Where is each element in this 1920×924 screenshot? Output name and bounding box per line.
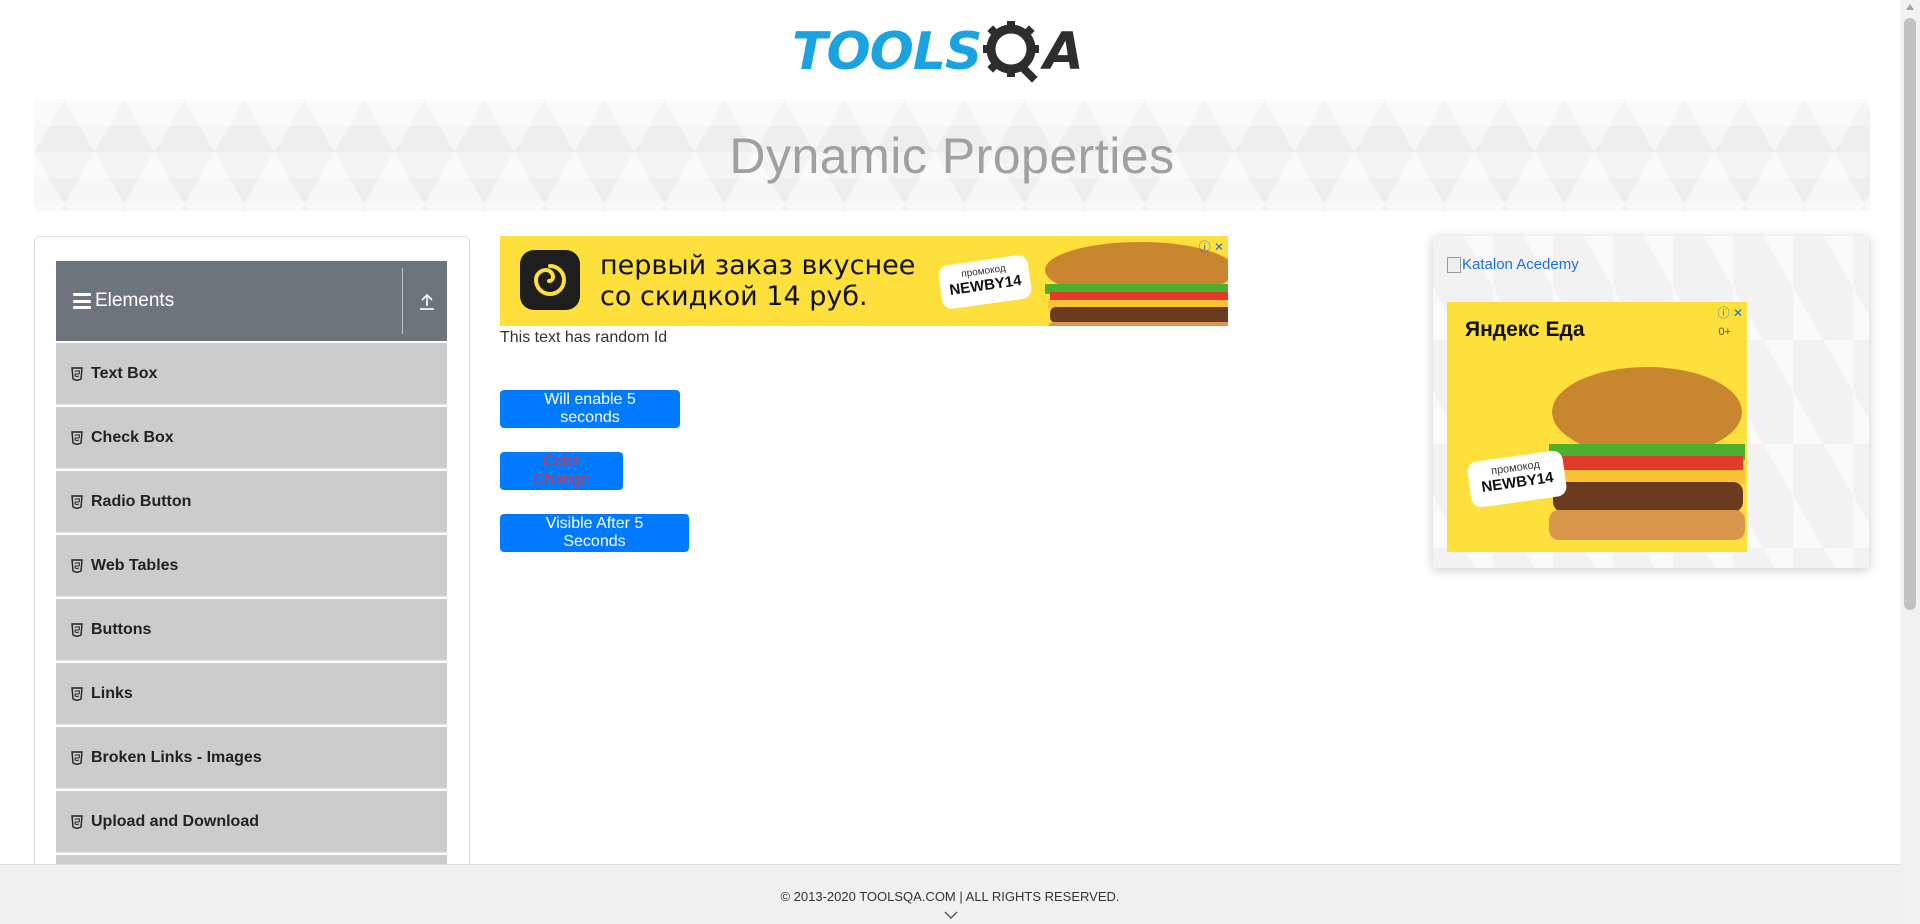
right-ad-panel: Katalon Acedemy Яндекс Еда 0+ промокод N…: [1433, 236, 1869, 568]
sidebar-item-radio-button[interactable]: Radio Button: [56, 471, 447, 533]
toolsqa-logo[interactable]: TOOLS A: [792, 14, 1114, 90]
yandex-eda-badge-icon: [520, 250, 580, 310]
ad-headline-line1: первый заказ вкуснее: [600, 250, 916, 281]
sidebar-item-text-box[interactable]: Text Box: [56, 343, 447, 405]
left-panel: Elements Text Box Check Box Radio Button…: [34, 236, 470, 924]
html5-icon: [71, 622, 83, 637]
logo-text-tools: TOOLS: [792, 22, 982, 82]
html5-icon: [71, 366, 83, 381]
enable-after-button[interactable]: Will enable 5 seconds: [500, 390, 680, 428]
group-title: Elements: [95, 290, 175, 311]
ad-headline: первый заказ вкуснее со скидкой 14 руб.: [600, 250, 915, 312]
page-banner: Dynamic Properties: [34, 100, 1870, 211]
sidebar-item-upload-download[interactable]: Upload and Download: [56, 791, 447, 853]
elements-menu: Text Box Check Box Radio Button Web Tabl…: [56, 343, 447, 919]
sidebar-item-label: Web Tables: [91, 556, 179, 574]
html5-icon: [71, 814, 83, 829]
sidebar-item-links[interactable]: Links: [56, 663, 447, 725]
page-title: Dynamic Properties: [729, 127, 1175, 184]
site-header: TOOLS A: [0, 0, 1900, 98]
sidebar-item-buttons[interactable]: Buttons: [56, 599, 447, 661]
gear-magnifier-icon: [983, 21, 1040, 83]
spiral-icon: [533, 264, 566, 296]
sidebar-item-label: Broken Links - Images: [91, 748, 262, 766]
sidebar-item-label: Check Box: [91, 428, 174, 446]
html5-icon: [71, 750, 83, 765]
html5-icon: [71, 494, 83, 509]
top-advertisement[interactable]: первый заказ вкуснее со скидкой 14 руб. …: [500, 236, 1228, 326]
html5-icon: [71, 686, 83, 701]
scrollbar-thumb[interactable]: [1904, 18, 1916, 610]
scroll-up-arrow-icon[interactable]: [1906, 4, 1914, 10]
html5-icon: [71, 430, 83, 445]
copyright-text: © 2013-2020 TOOLSQA.COM | ALL RIGHTS RES…: [780, 889, 1120, 904]
header-divider: [402, 268, 403, 334]
collapse-up-icon[interactable]: [418, 291, 436, 311]
promo-code-badge: промокод NEWBY14: [937, 253, 1033, 311]
katalon-alt-text: Katalon Acedemy: [1462, 256, 1579, 273]
sidebar-item-label: Upload and Download: [91, 812, 259, 830]
ad-headline-line2: со скидкой 14 руб.: [600, 281, 868, 312]
ad-brand: Яндекс Еда: [1465, 318, 1585, 341]
html5-icon: [71, 558, 83, 573]
ad-info-close-icon[interactable]: ⓘ ✕: [1718, 304, 1743, 321]
page-scrollbar[interactable]: [1900, 0, 1920, 924]
burger-image: [1549, 367, 1745, 540]
chevron-down-icon[interactable]: [944, 910, 958, 920]
age-rating: 0+: [1718, 326, 1731, 338]
sidebar-item-label: Radio Button: [91, 492, 192, 510]
color-change-button[interactable]: Color Change: [500, 452, 623, 490]
katalon-academy-link[interactable]: Katalon Acedemy: [1447, 256, 1579, 273]
sidebar-item-broken-links[interactable]: Broken Links - Images: [56, 727, 447, 789]
sidebar-item-label: Text Box: [91, 364, 158, 382]
sidebar-item-label: Links: [91, 684, 133, 702]
burger-image: [1045, 242, 1228, 326]
visible-after-button[interactable]: Visible After 5 Seconds: [500, 514, 689, 552]
sidebar-item-web-tables[interactable]: Web Tables: [56, 535, 447, 597]
elements-group-header[interactable]: Elements: [56, 261, 447, 341]
random-id-text: This text has random Id: [500, 329, 668, 346]
logo-text-a: A: [1043, 22, 1084, 82]
sidebar-item-label: Buttons: [91, 620, 152, 638]
hamburger-icon: [73, 293, 91, 309]
site-footer: © 2013-2020 TOOLSQA.COM | ALL RIGHTS RES…: [0, 864, 1900, 924]
sidebar-item-check-box[interactable]: Check Box: [56, 407, 447, 469]
ad-info-close-icon[interactable]: ⓘ ✕: [1199, 238, 1224, 255]
yandex-eda-ad[interactable]: Яндекс Еда 0+ промокод NEWBY14 ⓘ ✕: [1447, 302, 1747, 552]
broken-image-icon: [1447, 256, 1461, 273]
